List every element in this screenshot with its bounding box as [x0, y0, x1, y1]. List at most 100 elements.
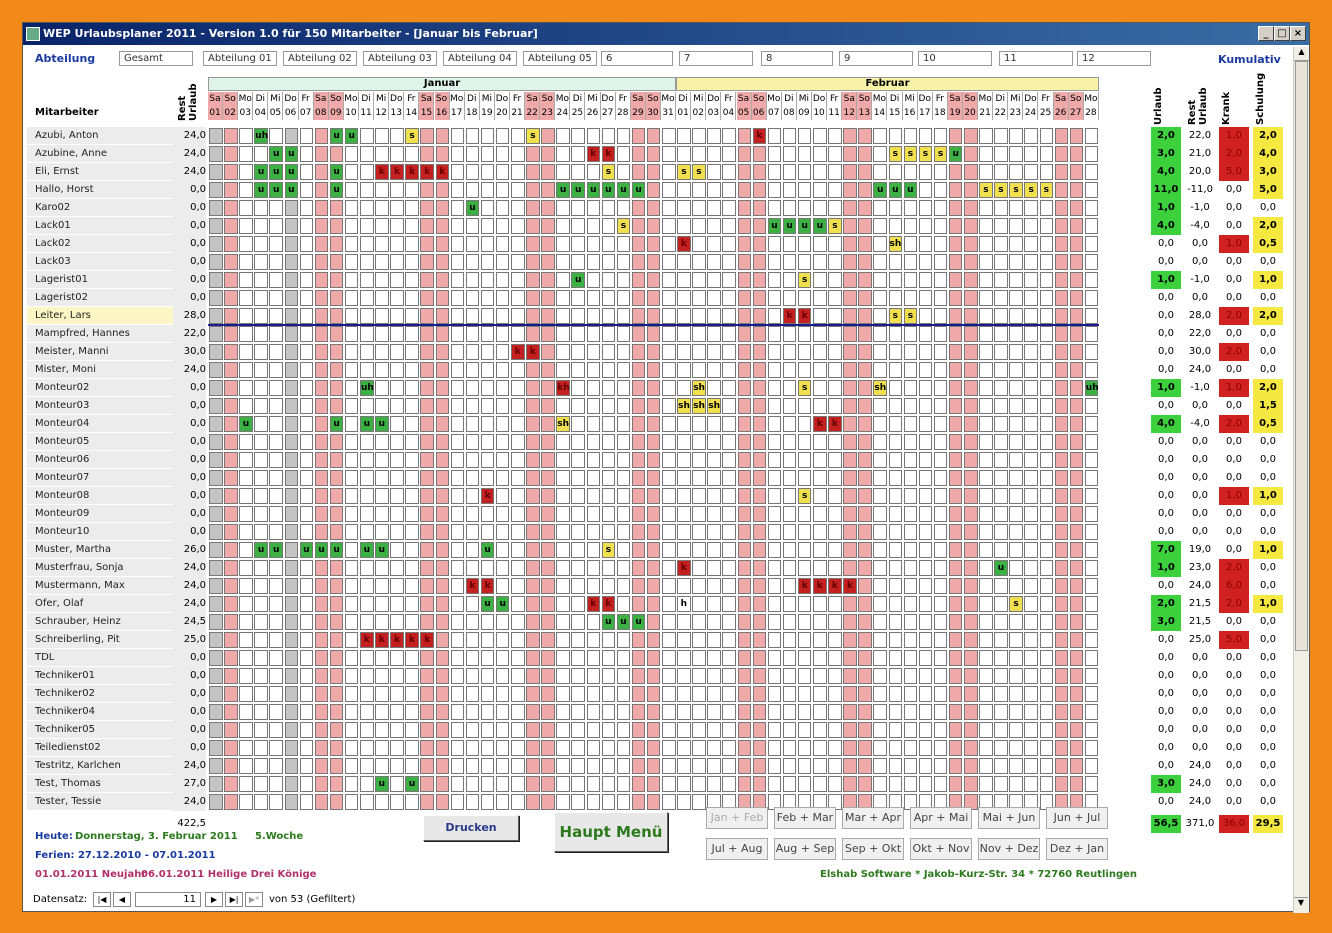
department-tab[interactable]: Abteilung 02 — [283, 51, 357, 66]
day-cell[interactable] — [511, 488, 525, 504]
day-cell[interactable] — [269, 704, 283, 720]
day-cell[interactable] — [571, 434, 585, 450]
day-cell[interactable] — [797, 236, 812, 252]
day-cell[interactable] — [450, 236, 465, 252]
day-cell[interactable] — [616, 272, 631, 288]
day-cell[interactable] — [329, 344, 344, 360]
day-cell[interactable] — [601, 308, 616, 324]
day-cell[interactable] — [541, 182, 555, 198]
day-cell[interactable] — [767, 650, 782, 666]
day-cell[interactable] — [813, 704, 827, 720]
day-cell[interactable] — [692, 290, 706, 306]
day-cell[interactable] — [903, 218, 918, 234]
day-cell[interactable] — [269, 308, 283, 324]
day-cell[interactable] — [1024, 200, 1038, 216]
day-cell[interactable] — [813, 542, 827, 558]
day-cell[interactable] — [1054, 722, 1069, 738]
day-cell[interactable] — [254, 236, 268, 252]
day-cell[interactable] — [450, 650, 465, 666]
day-cell[interactable] — [329, 632, 344, 648]
day-cell[interactable] — [813, 560, 827, 576]
day-cell[interactable] — [692, 524, 706, 540]
day-cell[interactable] — [511, 380, 525, 396]
day-cell[interactable] — [737, 506, 752, 522]
day-cell[interactable] — [707, 524, 721, 540]
day-cell[interactable] — [254, 794, 268, 810]
day-cell[interactable] — [918, 128, 933, 144]
day-cell[interactable] — [888, 272, 903, 288]
day-cell[interactable] — [1024, 308, 1038, 324]
day-cell[interactable] — [616, 146, 631, 162]
department-tab[interactable]: Abteilung 05 — [523, 51, 597, 66]
day-cell[interactable] — [405, 596, 419, 612]
day-cell[interactable] — [767, 380, 782, 396]
day-cell[interactable] — [1069, 128, 1084, 144]
day-cell[interactable] — [782, 272, 797, 288]
day-cell[interactable] — [1009, 398, 1023, 414]
day-cell[interactable] — [843, 506, 857, 522]
day-cell[interactable] — [616, 722, 631, 738]
day-cell[interactable] — [314, 488, 329, 504]
day-cell[interactable] — [918, 470, 933, 486]
day-cell[interactable] — [994, 236, 1008, 252]
day-cell[interactable] — [858, 542, 872, 558]
day-cell[interactable] — [918, 344, 933, 360]
day-cell[interactable] — [571, 344, 585, 360]
day-cell[interactable] — [888, 560, 903, 576]
day-cell[interactable] — [435, 272, 450, 288]
day-cell[interactable] — [888, 650, 903, 666]
day-cell[interactable] — [435, 236, 450, 252]
day-cell[interactable] — [224, 722, 238, 738]
month-nav-button[interactable]: Jan + Feb — [706, 807, 768, 829]
day-cell[interactable] — [1054, 704, 1069, 720]
day-cell[interactable] — [1069, 362, 1084, 378]
day-cell[interactable] — [1054, 560, 1069, 576]
day-cell[interactable] — [737, 542, 752, 558]
day-cell[interactable]: s — [526, 128, 540, 144]
day-cell[interactable] — [405, 614, 419, 630]
day-cell[interactable] — [269, 254, 283, 270]
day-cell[interactable] — [964, 434, 978, 450]
day-cell[interactable] — [344, 614, 359, 630]
day-cell[interactable] — [677, 200, 691, 216]
day-cell[interactable] — [435, 128, 450, 144]
day-cell[interactable] — [284, 776, 299, 792]
day-cell[interactable] — [994, 434, 1008, 450]
day-cell[interactable] — [616, 668, 631, 684]
day-cell[interactable] — [314, 146, 329, 162]
day-cell[interactable] — [948, 200, 963, 216]
day-cell[interactable] — [254, 488, 268, 504]
day-cell[interactable] — [526, 326, 540, 342]
day-cell[interactable] — [767, 488, 782, 504]
day-cell[interactable] — [450, 344, 465, 360]
day-cell[interactable] — [360, 434, 374, 450]
day-cell[interactable] — [556, 614, 570, 630]
new-record-icon[interactable]: ▶* — [245, 892, 263, 907]
day-cell[interactable] — [450, 398, 465, 414]
day-cell[interactable] — [586, 434, 601, 450]
day-cell[interactable] — [858, 650, 872, 666]
day-cell[interactable] — [450, 308, 465, 324]
day-cell[interactable] — [662, 722, 676, 738]
day-cell[interactable] — [828, 650, 842, 666]
day-cell[interactable] — [813, 344, 827, 360]
day-cell[interactable] — [360, 794, 374, 810]
day-cell[interactable] — [299, 740, 314, 756]
day-cell[interactable] — [435, 254, 450, 270]
day-cell[interactable] — [873, 416, 887, 432]
day-cell[interactable] — [511, 146, 525, 162]
day-cell[interactable] — [677, 308, 691, 324]
day-cell[interactable] — [662, 218, 676, 234]
day-cell[interactable] — [646, 632, 661, 648]
day-cell[interactable] — [797, 668, 812, 684]
day-cell[interactable] — [209, 578, 223, 594]
day-cell[interactable] — [586, 362, 601, 378]
day-cell[interactable] — [918, 560, 933, 576]
day-cell[interactable] — [405, 524, 419, 540]
day-cell[interactable] — [480, 326, 495, 342]
day-cell[interactable] — [828, 506, 842, 522]
day-cell[interactable]: u — [239, 416, 253, 432]
day-cell[interactable] — [465, 164, 480, 180]
day-cell[interactable]: s — [994, 182, 1008, 198]
day-cell[interactable] — [631, 164, 646, 180]
